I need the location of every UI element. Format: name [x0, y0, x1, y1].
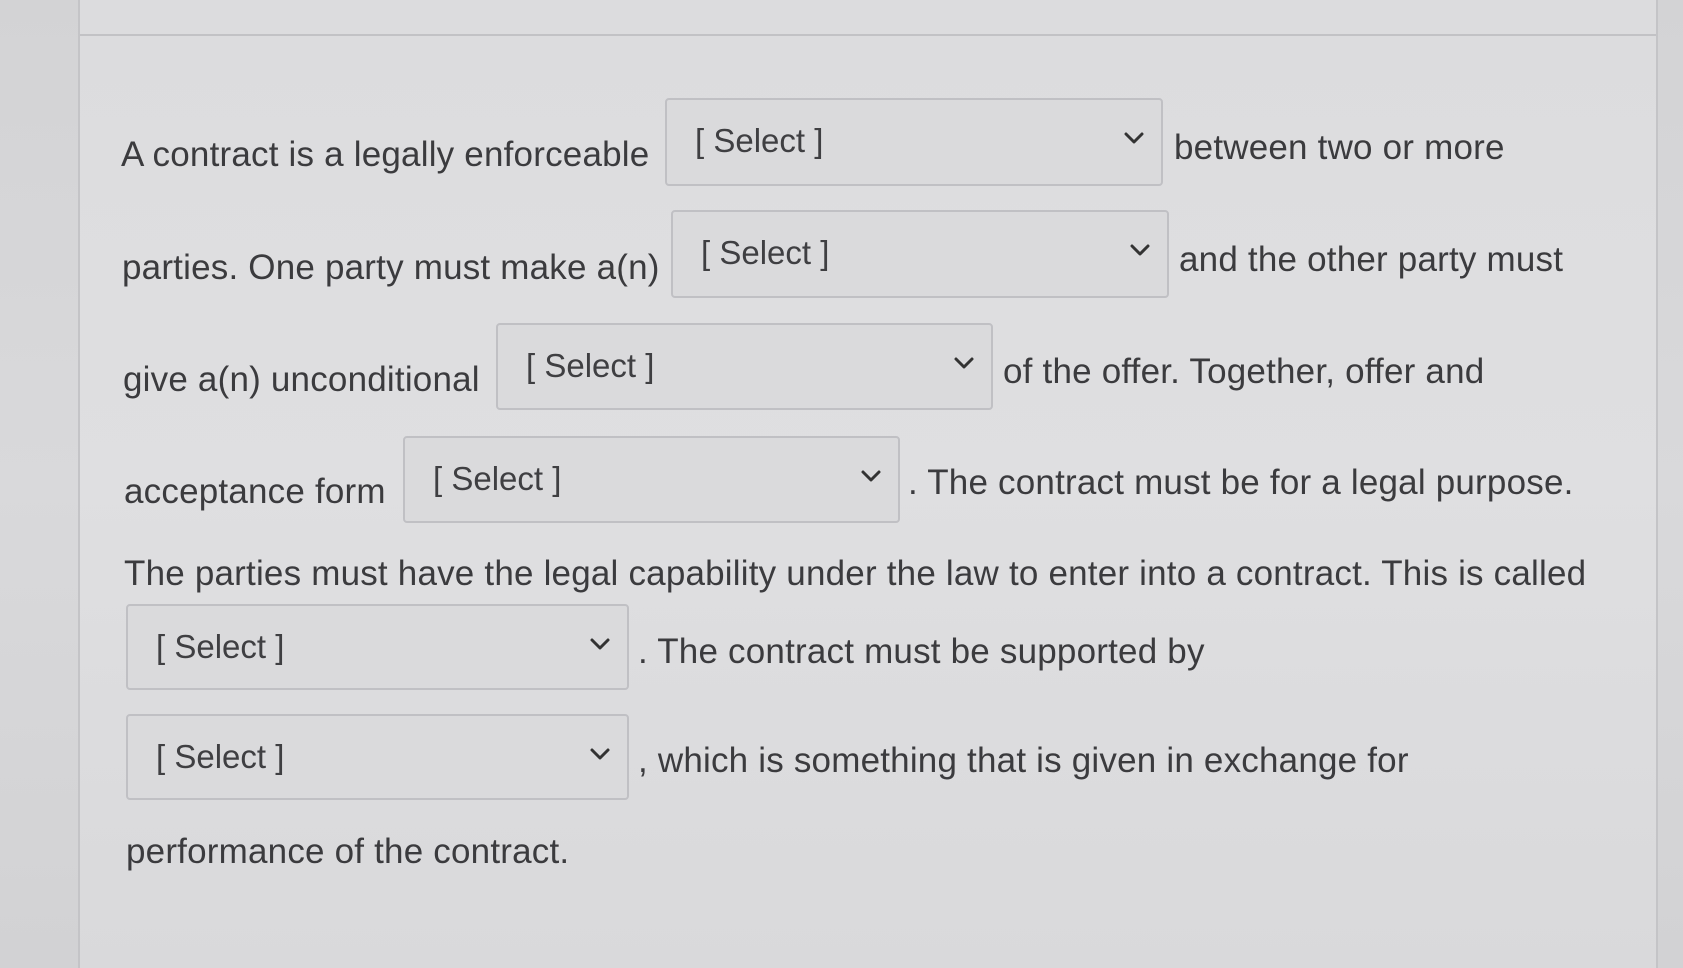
select-placeholder: [ Select ]	[156, 738, 285, 775]
question-text: of the offer. Together, offer and	[1003, 352, 1485, 391]
chevron-down-icon	[954, 357, 974, 369]
question-text: parties. One party must make a(n)	[122, 248, 660, 287]
select-dropdown-5[interactable]: [ Select ]	[126, 604, 629, 690]
chevron-down-icon	[590, 748, 610, 760]
chevron-down-icon	[1124, 132, 1144, 144]
chevron-down-icon	[1130, 244, 1150, 256]
question-text: between two or more	[1174, 128, 1505, 167]
select-dropdown-6[interactable]: [ Select ]	[126, 714, 629, 800]
question-text: acceptance form	[124, 472, 386, 511]
question-text: The parties must have the legal capabili…	[124, 554, 1587, 593]
select-dropdown-4[interactable]: [ Select ]	[403, 436, 900, 523]
select-dropdown-2[interactable]: [ Select ]	[671, 210, 1169, 298]
chevron-down-icon	[590, 638, 610, 650]
chevron-down-icon	[861, 470, 881, 482]
question-text: , which is something that is given in ex…	[638, 741, 1409, 780]
fill-in-the-blank-question: A contract is a legally enforceable [ Se…	[0, 0, 1683, 968]
question-text: A contract is a legally enforceable	[121, 135, 650, 174]
select-placeholder: [ Select ]	[433, 460, 562, 497]
question-text: . The contract must be for a legal purpo…	[908, 463, 1574, 502]
select-placeholder: [ Select ]	[695, 122, 824, 159]
question-text: . The contract must be supported by	[638, 632, 1205, 671]
select-placeholder: [ Select ]	[701, 234, 830, 271]
select-placeholder: [ Select ]	[156, 628, 285, 665]
select-placeholder: [ Select ]	[526, 347, 655, 384]
quiz-page: A contract is a legally enforceable [ Se…	[0, 0, 1683, 968]
select-dropdown-3[interactable]: [ Select ]	[496, 323, 993, 410]
question-text: and the other party must	[1179, 240, 1564, 279]
select-dropdown-1[interactable]: [ Select ]	[665, 98, 1163, 186]
question-text: give a(n) unconditional	[123, 360, 480, 399]
question-text: performance of the contract.	[126, 832, 570, 871]
